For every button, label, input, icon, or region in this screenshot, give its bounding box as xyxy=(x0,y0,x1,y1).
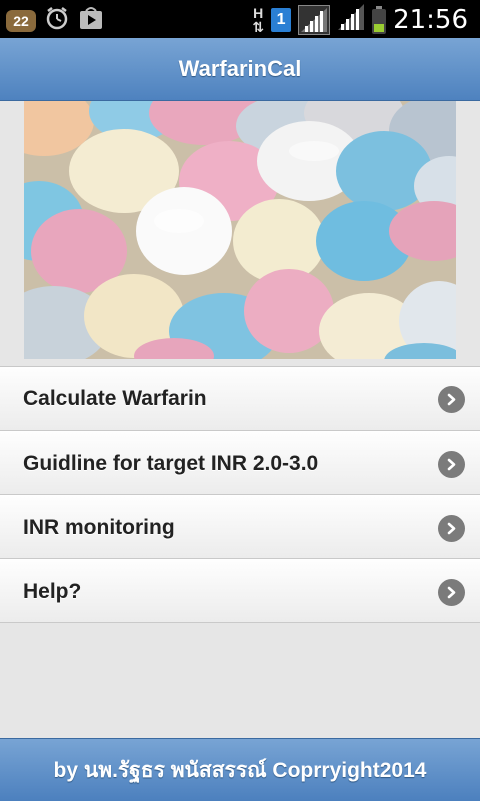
menu-item-label: Calculate Warfarin xyxy=(23,387,207,410)
page-title: WarfarinCal xyxy=(178,56,302,81)
play-store-icon xyxy=(78,5,104,36)
menu-item-label: INR monitoring xyxy=(23,516,175,539)
menu-item-label: Guidline for target INR 2.0-3.0 xyxy=(23,452,319,475)
status-bar: 22 H ⇅ 1 21:56 xyxy=(0,0,480,38)
notification-badge-icon: 22 xyxy=(6,9,36,32)
sim-icon: 1 xyxy=(271,7,292,32)
clock-time: 21:56 xyxy=(393,4,468,35)
pills-hero-image xyxy=(24,101,456,359)
network-type-icon: H ⇅ xyxy=(252,4,265,35)
status-bar-left: 22 xyxy=(6,5,104,36)
menu-list: Calculate Warfarin Guidline for target I… xyxy=(0,366,480,623)
battery-icon xyxy=(372,5,387,34)
signal-icon xyxy=(337,3,365,36)
menu-item-label: Help? xyxy=(23,580,82,603)
chevron-right-icon xyxy=(438,451,465,478)
menu-item-guideline-target-inr[interactable]: Guidline for target INR 2.0-3.0 xyxy=(0,431,480,495)
alarm-clock-icon xyxy=(44,5,70,36)
status-bar-right: H ⇅ 1 21:56 xyxy=(252,3,468,36)
app-footer: by นพ.รัฐธร พนัสสรรณ์ Coprryight2014 xyxy=(0,738,480,801)
menu-item-calculate-warfarin[interactable]: Calculate Warfarin xyxy=(0,367,480,431)
chevron-right-icon xyxy=(438,386,465,413)
app-header: WarfarinCal xyxy=(0,38,480,101)
chevron-right-icon xyxy=(438,515,465,542)
signal-icon xyxy=(298,4,331,35)
menu-item-help[interactable]: Help? xyxy=(0,559,480,623)
menu-item-inr-monitoring[interactable]: INR monitoring xyxy=(0,495,480,559)
copyright-text: by นพ.รัฐธร พนัสสรรณ์ Coprryight2014 xyxy=(53,758,427,782)
chevron-right-icon xyxy=(438,579,465,606)
